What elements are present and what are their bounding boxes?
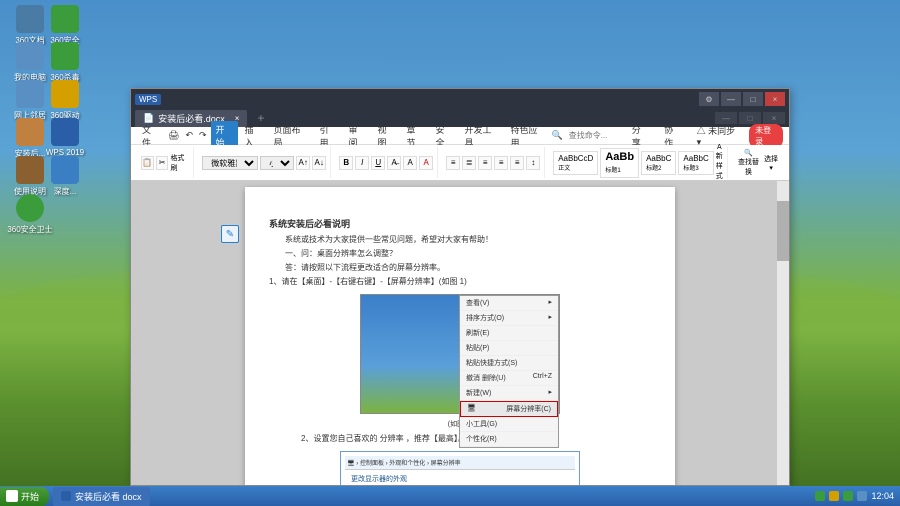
doc-heading: 系统安装后必看说明 <box>269 217 651 230</box>
new-style-button[interactable]: A新样式 <box>716 144 723 181</box>
vertical-scrollbar[interactable] <box>777 181 789 485</box>
desktop-icon[interactable]: 360安全 <box>40 5 90 46</box>
volume-icon[interactable] <box>857 491 867 501</box>
style-heading1[interactable]: AaBb标题1 <box>600 148 639 178</box>
style-normal[interactable]: AaBbCcD正文 <box>553 151 598 175</box>
strike-button[interactable]: A̶ <box>387 156 401 170</box>
font-color-button[interactable]: A <box>419 156 433 170</box>
increase-font-button[interactable]: A↑ <box>296 156 310 170</box>
minimize-button[interactable]: — <box>721 92 741 106</box>
font-size-select[interactable]: 小五 <box>260 156 294 170</box>
doc-text: 1、请在【桌面】-【右键右键】-【屏幕分辨率】(如图 1) <box>269 276 651 288</box>
select-button[interactable]: 选择▾ <box>763 154 779 172</box>
toolbar-icon[interactable]: ↷ <box>197 130 209 141</box>
search-icon: 🔍 <box>551 130 562 141</box>
format-painter-button[interactable]: 格式刷 <box>170 153 189 173</box>
font-select[interactable]: 微软雅黑 <box>202 156 258 170</box>
document-page[interactable]: ✎ 系统安装后必看说明 系统或技术为大家提供一些常见问题，希望对大家有帮助！ 一… <box>245 187 675 485</box>
numbering-button[interactable]: ≣ <box>462 156 476 170</box>
close-button[interactable]: × <box>765 92 785 106</box>
tray-icon[interactable] <box>815 491 825 501</box>
style-heading2[interactable]: AaBbC标题2 <box>641 151 676 175</box>
underline-button[interactable]: U <box>371 156 385 170</box>
maximize-button[interactable]: □ <box>743 92 763 106</box>
style-heading3[interactable]: AaBbC标题3 <box>678 151 713 175</box>
toolbar-icon[interactable]: ↶ <box>183 130 195 141</box>
tray-icon[interactable] <box>843 491 853 501</box>
start-button[interactable]: 开始 <box>0 487 49 506</box>
wps-logo-icon: WPS <box>135 94 161 105</box>
highlight-button[interactable]: A <box>403 156 417 170</box>
ribbon: 📋 ✂ 格式刷 微软雅黑 小五 A↑ A↓ B I U A̶ A A ≡ ≣ ≡… <box>131 145 789 181</box>
doc-text: 系统或技术为大家提供一些常见问题，希望对大家有帮助！ <box>269 234 651 246</box>
desktop-icon[interactable]: WPS 2019 <box>40 118 90 157</box>
bold-button[interactable]: B <box>339 156 353 170</box>
desktop-icon[interactable]: 深度... <box>40 156 90 197</box>
line-spacing-button[interactable]: ↕ <box>526 156 540 170</box>
taskbar-item[interactable]: 安装后必看 docx <box>53 487 150 506</box>
clock[interactable]: 12:04 <box>871 491 894 501</box>
command-search-input[interactable] <box>565 129 625 143</box>
taskbar: 开始 安装后必看 docx 12:04 <box>0 486 900 506</box>
align-right-button[interactable]: ≡ <box>510 156 524 170</box>
settings-icon[interactable]: ⚙ <box>699 92 719 106</box>
align-left-button[interactable]: ≡ <box>478 156 492 170</box>
context-menu-illustration: 查看(V)▸ 排序方式(O)▸ 刷新(E) 粘贴(P) 粘贴快捷方式(S) 撤消… <box>459 295 559 448</box>
login-badge[interactable]: 未登录 <box>749 124 783 148</box>
italic-button[interactable]: I <box>355 156 369 170</box>
system-tray[interactable]: 12:04 <box>809 491 900 501</box>
doc-text: 答：请按照以下流程更改适合的屏幕分辨率。 <box>269 262 651 274</box>
embedded-screenshot: 查看(V)▸ 排序方式(O)▸ 刷新(E) 粘贴(P) 粘贴快捷方式(S) 撤消… <box>360 294 560 414</box>
bullets-button[interactable]: ≡ <box>446 156 460 170</box>
toolbar-icon[interactable]: 🖨 <box>166 130 181 141</box>
tray-icon[interactable] <box>829 491 839 501</box>
find-replace-button[interactable]: 🔍查找替换 <box>736 149 761 177</box>
doc-text: 一、问：桌面分辨率怎么调整？ <box>269 248 651 260</box>
titlebar[interactable]: WPS ⚙ — □ × <box>131 89 789 109</box>
embedded-screenshot: 🖥 › 控制面板 › 外观和个性化 › 屏幕分辨率 更改显示器的外观 <box>340 451 580 486</box>
wps-window: WPS ⚙ — □ × 📄 安装后必看.docx × + — □ × 文件 🖨 … <box>130 88 790 486</box>
desktop-icon[interactable]: 360驱动 <box>40 80 90 121</box>
desktop-icon[interactable]: 360安全卫士 <box>5 194 55 235</box>
decrease-font-button[interactable]: A↓ <box>312 156 326 170</box>
menubar: 文件 🖨 ↶ ↷ 开始 插入 页面布局 引用 审阅 视图 章节 安全 开发工具 … <box>131 127 789 145</box>
cut-button[interactable]: ✂ <box>156 156 169 170</box>
paste-button[interactable]: 📋 <box>141 156 154 170</box>
desktop-icon[interactable]: 360杀毒 <box>40 42 90 83</box>
comment-marker-icon[interactable]: ✎ <box>221 225 239 243</box>
document-viewport[interactable]: ✎ 系统安装后必看说明 系统或技术为大家提供一些常见问题，希望对大家有帮助！ 一… <box>131 181 789 485</box>
ss2-breadcrumb: 🖥 › 控制面板 › 外观和个性化 › 屏幕分辨率 <box>345 456 575 470</box>
scroll-thumb[interactable] <box>777 201 789 261</box>
align-center-button[interactable]: ≡ <box>494 156 508 170</box>
